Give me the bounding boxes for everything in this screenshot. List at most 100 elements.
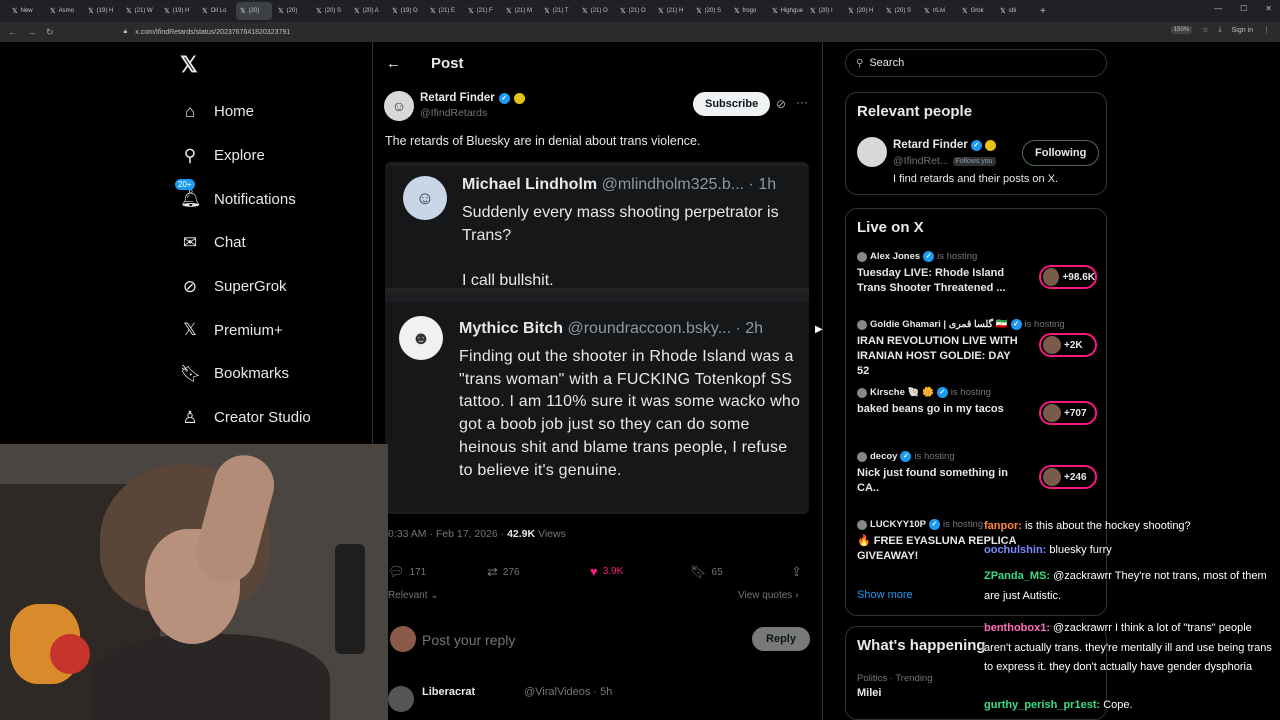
reply-input[interactable]: Post your reply (422, 632, 515, 648)
search-icon: ⚲ (856, 57, 864, 69)
listener-avatar (1043, 268, 1060, 286)
browser-tab[interactable]: 𝕏 (21) H (654, 2, 690, 20)
browser-tab[interactable]: 𝕏 (21) T (540, 2, 576, 20)
reply-sort-dropdown[interactable]: Relevant ⌄ (388, 590, 439, 601)
browser-tab[interactable]: 𝕏 (20) I (806, 2, 842, 20)
live-item[interactable]: Alex Jones ✓ is hosting Tuesday LIVE: Rhode… (857, 251, 1097, 296)
tab-title: (20) I (818, 8, 833, 14)
nav-item-home[interactable]: ⌂ Home (180, 90, 311, 134)
browser-tab[interactable]: 𝕏 (20) S (312, 2, 348, 20)
relevant-avatar[interactable] (857, 137, 887, 167)
browser-tab[interactable]: 𝕏 (21) W (122, 2, 158, 20)
browser-tab[interactable]: 𝕏r/Livi (920, 2, 956, 20)
nav-item-notifications[interactable]: 🔔︎ 20+ Notifications (175, 177, 311, 221)
listener-count[interactable]: +707 (1039, 401, 1097, 425)
search-input[interactable]: ⚲ Search (845, 49, 1107, 77)
tab-favicon-icon: 𝕏 (468, 8, 474, 15)
live-host-row: decoy ✓ is hosting (857, 451, 1097, 462)
browser-tab[interactable]: 𝕏 (20) S (692, 2, 728, 20)
browser-tab[interactable]: 𝕏frogo (730, 2, 766, 20)
listener-count[interactable]: +246 (1039, 465, 1097, 489)
listener-count[interactable]: +2K (1039, 333, 1097, 357)
browser-tab[interactable]: 𝕏 (19) O (388, 2, 424, 20)
back-icon[interactable]: ← (8, 27, 17, 37)
more-options-icon[interactable]: ··· (796, 95, 808, 109)
back-arrow-icon[interactable]: ← (386, 55, 401, 72)
sign-in-button[interactable]: Sign in (1232, 27, 1253, 34)
url-field[interactable]: 🔒︎ x.com/IfindRetards/status/20237676418… (124, 28, 291, 36)
browser-tab[interactable]: 𝕏 (21) F (464, 2, 500, 20)
reply-composer: Post your reply Reply (388, 624, 810, 658)
menu-icon[interactable]: ⋮ (1263, 26, 1270, 34)
view-quotes-link[interactable]: View quotes › (738, 590, 798, 601)
zoom-level[interactable]: 150% (1170, 26, 1193, 34)
share-action[interactable]: ⇪ (791, 564, 802, 580)
listener-count[interactable]: +98.6K (1039, 265, 1097, 289)
star-icon[interactable]: ☆ (1202, 26, 1208, 34)
browser-tab[interactable]: 𝕏 (19) H (84, 2, 120, 20)
embed-handle-2: @roundraccoon.bsky... · 2h (567, 320, 764, 337)
nav-item-creator-studio[interactable]: ♙ Creator Studio (180, 396, 310, 440)
minimize-icon[interactable]: — (1214, 4, 1222, 13)
chevron-down-icon: ⌄ (430, 590, 439, 601)
tab-title: (20) S (704, 8, 721, 14)
browser-tab[interactable]: 𝕏 (21) M (502, 2, 538, 20)
relevant-handle[interactable]: @IfindRet... (893, 155, 949, 167)
live-item[interactable]: Kirsche 🐚 🌼 ✓ is hosting baked beans go in … (857, 387, 1097, 425)
browser-tab[interactable]: 𝕏 Asmo (46, 2, 82, 20)
supergrok-icon: ⊘ (182, 276, 198, 296)
nav-item-premium[interactable]: 𝕏 Premium+ (180, 308, 311, 352)
like-action[interactable]: ♥ 3.9K (590, 564, 623, 579)
host-name: Kirsche 🐚 🌼 (870, 387, 934, 398)
browser-tab[interactable]: 𝕏 (21) E (426, 2, 462, 20)
forward-icon[interactable]: → (27, 27, 36, 37)
x-logo-icon[interactable]: 𝕏 (180, 52, 198, 78)
nav-item-chat[interactable]: ✉ Chat (180, 221, 311, 265)
browser-tab[interactable]: 𝕏 (20) A (350, 2, 386, 20)
live-item[interactable]: Goldie Ghamari | گلسا قمری 🇮🇷 ✓ is hosting… (857, 319, 1097, 379)
stream-chat-overlay: fanpor: is this about the hockey shootin… (980, 518, 1280, 720)
browser-tab[interactable]: 𝕏 (19) H (160, 2, 196, 20)
browser-tab[interactable]: 𝕏 Highgue (768, 2, 804, 20)
reload-icon[interactable]: ↻ (46, 27, 54, 38)
tab-favicon-icon: 𝕏 (126, 8, 132, 15)
browser-tab[interactable]: 𝕏 New (8, 2, 44, 20)
live-item[interactable]: decoy ✓ is hosting Nick just found somethin… (857, 451, 1097, 496)
grok-icon[interactable]: ⊘ (776, 97, 786, 111)
browser-tab[interactable]: 𝕏 Grok (958, 2, 994, 20)
browser-tab[interactable]: 𝕏sbi (996, 2, 1032, 20)
bookmark-action[interactable]: 🔖︎ 65 (690, 564, 723, 580)
browser-tab[interactable]: 𝕏 (20) H (844, 2, 880, 20)
browser-tab[interactable]: 𝕏 (20) S (882, 2, 918, 20)
author-avatar[interactable]: ☺ (384, 91, 414, 121)
browser-tab[interactable]: 𝕏 (20) (274, 2, 310, 20)
webcam-overlay (0, 444, 388, 720)
post-timestamp[interactable]: 0:33 AM · Feb 17, 2026 · (388, 528, 507, 540)
tab-title: (21) F (476, 8, 493, 14)
nav-item-supergrok[interactable]: ⊘ SuperGrok (180, 265, 311, 309)
browser-tab[interactable]: 𝕏 (20) (236, 2, 272, 20)
show-more-link[interactable]: Show more (857, 589, 913, 601)
new-tab-button[interactable]: + (1034, 6, 1052, 17)
reply-button[interactable]: Reply (752, 627, 810, 651)
browser-tab[interactable]: 𝕏 Oil Lo (198, 2, 234, 20)
following-button[interactable]: Following (1022, 140, 1100, 166)
reply-action[interactable]: 💬︎ 171 (388, 564, 426, 580)
author-handle[interactable]: @IfindRetards (420, 107, 487, 119)
maximize-icon[interactable]: ☐ (1240, 4, 1247, 13)
download-icon[interactable]: ⤓ (1218, 26, 1221, 34)
trend-topic[interactable]: Milei (857, 687, 881, 699)
nav-item-bookmarks[interactable]: 🔖︎ Bookmarks (180, 352, 311, 396)
close-icon[interactable]: ✕ (1265, 4, 1272, 13)
home-icon: ⌂ (184, 101, 196, 121)
relevant-name-row[interactable]: Retard Finder ✓ (893, 139, 996, 151)
browser-tab[interactable]: 𝕏 (21) O (578, 2, 614, 20)
next-reply-preview[interactable]: Liberacrat @ViralVideos · 5h (388, 684, 810, 712)
author-name-row[interactable]: Retard Finder ✓ (420, 92, 525, 104)
hosting-label: is hosting (942, 519, 984, 530)
nav-item-explore[interactable]: ⚲ Explore (180, 134, 311, 178)
tab-favicon-icon: 𝕏 (886, 8, 892, 15)
browser-tab[interactable]: 𝕏 (21) O (616, 2, 652, 20)
subscribe-button[interactable]: Subscribe (693, 92, 771, 116)
repost-action[interactable]: ⇄ 276 (487, 564, 520, 580)
